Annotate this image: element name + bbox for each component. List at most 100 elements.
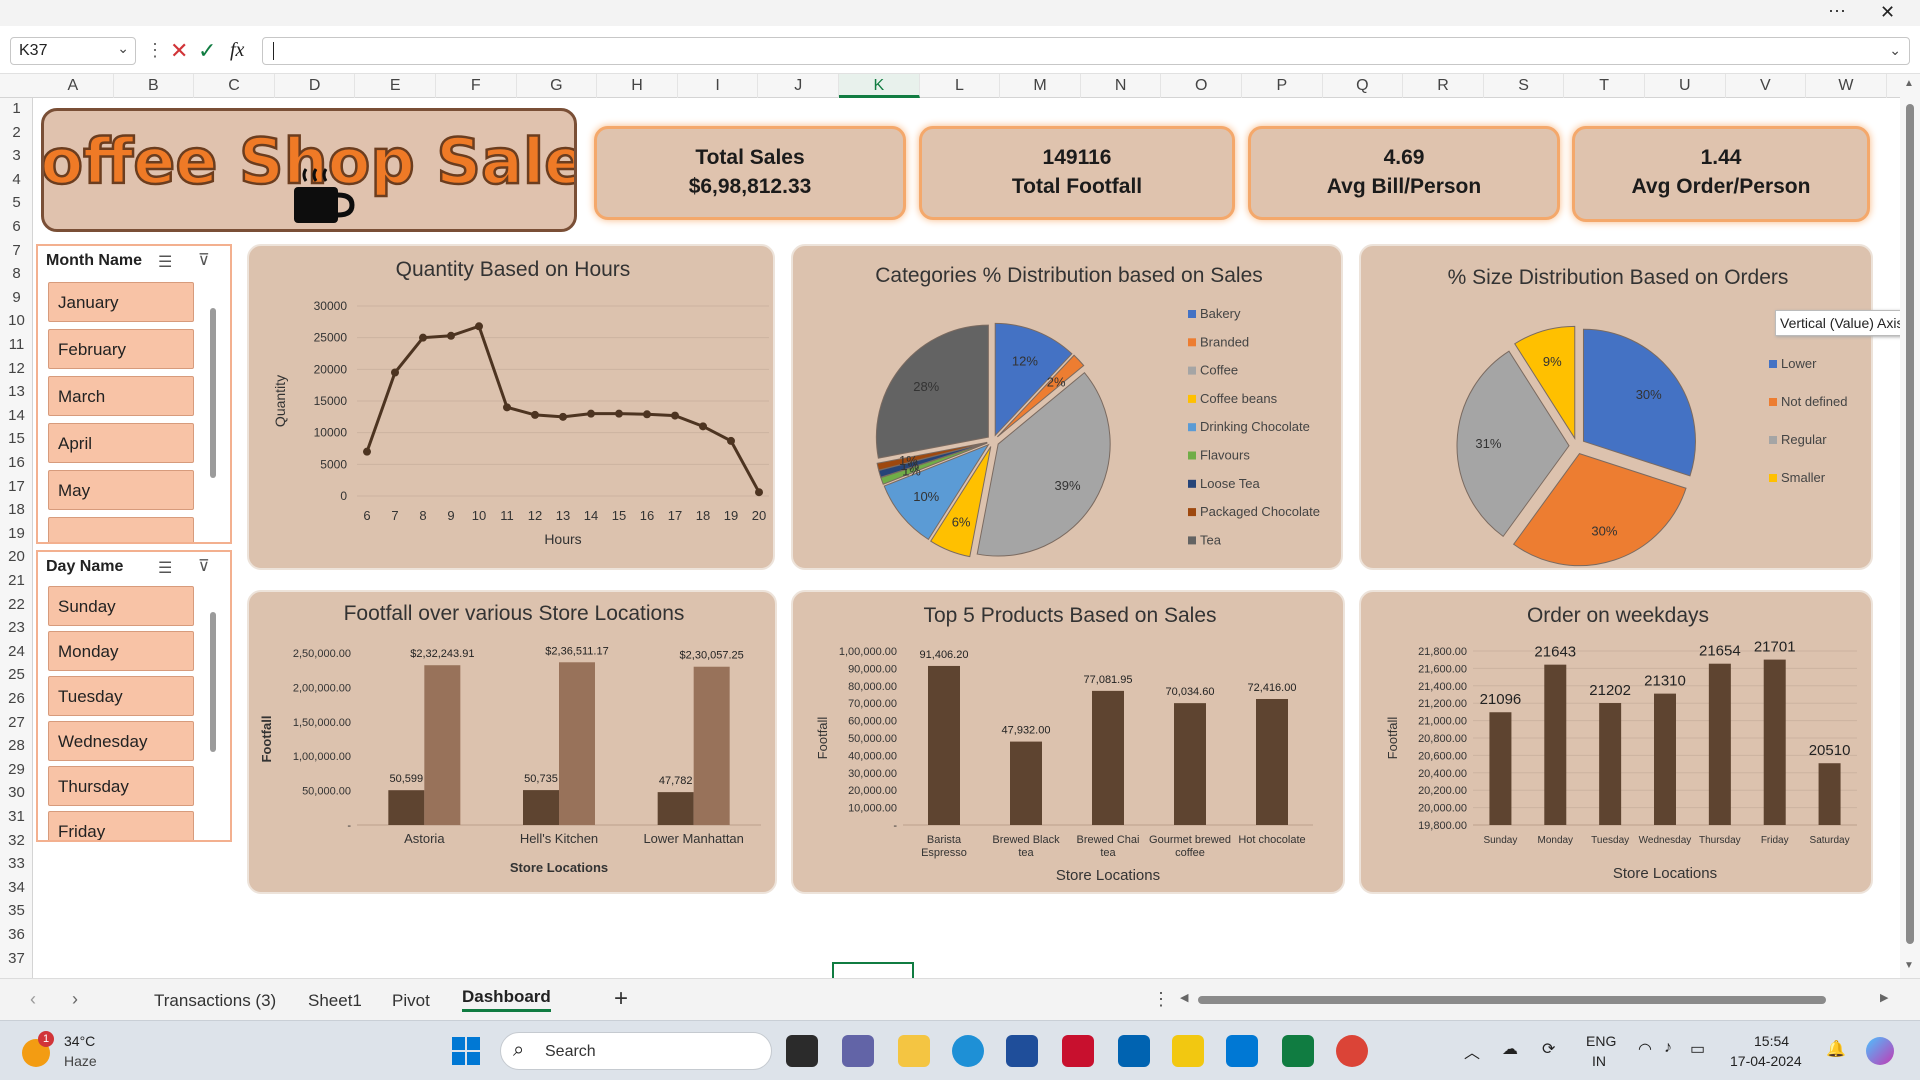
column-header-g[interactable]: G xyxy=(517,74,598,98)
column-header-p[interactable]: P xyxy=(1242,74,1323,98)
more-options-icon[interactable]: ··· xyxy=(1828,0,1846,21)
title-banner[interactable]: Coffee Shop Sales xyxy=(41,108,577,232)
kpi-avg-order[interactable]: 1.44 Avg Order/Person xyxy=(1572,126,1870,222)
column-header-k[interactable]: K xyxy=(839,74,920,98)
cancel-icon[interactable]: ✕ xyxy=(170,38,188,64)
column-header-q[interactable]: Q xyxy=(1323,74,1404,98)
column-header-a[interactable]: A xyxy=(33,74,114,98)
enter-icon[interactable]: ✓ xyxy=(198,38,216,64)
column-header-e[interactable]: E xyxy=(355,74,436,98)
clock-date[interactable]: 17-04-2024 xyxy=(1730,1053,1802,1069)
row-header-18[interactable]: 18 xyxy=(0,501,33,518)
more-vertical-icon[interactable]: ⋮ xyxy=(146,40,164,61)
scroll-right-icon[interactable]: ▶ xyxy=(1880,991,1888,1004)
vertical-scroll-thumb[interactable] xyxy=(1906,104,1914,944)
insert-function-icon[interactable]: fx xyxy=(230,39,244,62)
store-icon[interactable] xyxy=(1006,1035,1038,1067)
close-icon[interactable]: ✕ xyxy=(1880,2,1895,23)
slicer-item-june[interactable] xyxy=(48,517,194,542)
row-header-17[interactable]: 17 xyxy=(0,478,33,495)
row-header-31[interactable]: 31 xyxy=(0,808,33,825)
task-view-icon[interactable] xyxy=(786,1035,818,1067)
column-header-d[interactable]: D xyxy=(275,74,356,98)
slicer-item-april[interactable]: April xyxy=(48,423,194,463)
chart-quantity-hours[interactable]: Quantity Based on Hours 30000 25000 20000 1… xyxy=(247,244,775,570)
month-slicer[interactable]: Month Name ☰ ⊽ January February March Ap… xyxy=(36,244,232,544)
vertical-scrollbar[interactable]: ▲ ▼ xyxy=(1900,74,1920,978)
slicer-item-friday[interactable]: Friday xyxy=(48,811,194,840)
slicer-item-may[interactable]: May xyxy=(48,470,194,510)
clear-filter-icon[interactable]: ⊽ xyxy=(198,250,210,270)
row-header-16[interactable]: 16 xyxy=(0,454,33,471)
tab-pivot[interactable]: Pivot xyxy=(392,991,430,1011)
copilot-icon[interactable] xyxy=(1866,1037,1894,1065)
horizontal-scroll-thumb[interactable] xyxy=(1198,996,1826,1004)
language-line2[interactable]: IN xyxy=(1592,1053,1606,1069)
row-header-28[interactable]: 28 xyxy=(0,737,33,754)
row-header-36[interactable]: 36 xyxy=(0,926,33,943)
kpi-avg-bill[interactable]: 4.69 Avg Bill/Person xyxy=(1248,126,1560,220)
multi-select-icon[interactable]: ☰ xyxy=(158,558,172,578)
chart-sizes[interactable]: % Size Distribution Based on Orders 30% 3… xyxy=(1359,244,1873,570)
row-header-25[interactable]: 25 xyxy=(0,666,33,683)
wifi-icon[interactable]: ◠ xyxy=(1638,1039,1652,1059)
row-header-8[interactable]: 8 xyxy=(0,265,33,282)
row-header-1[interactable]: 1 xyxy=(0,100,33,117)
next-sheet-icon[interactable]: › xyxy=(72,989,78,1010)
onedrive-icon[interactable]: ☁ xyxy=(1502,1039,1518,1059)
column-header-j[interactable]: J xyxy=(758,74,839,98)
slicer-item-january[interactable]: January xyxy=(48,282,194,322)
row-header-24[interactable]: 24 xyxy=(0,643,33,660)
column-header-w[interactable]: W xyxy=(1806,74,1887,98)
row-header-4[interactable]: 4 xyxy=(0,171,33,188)
volume-icon[interactable]: ♪ xyxy=(1664,1039,1672,1057)
row-header-9[interactable]: 9 xyxy=(0,289,33,306)
scroll-up-icon[interactable]: ▲ xyxy=(1904,78,1914,89)
row-header-2[interactable]: 2 xyxy=(0,124,33,141)
row-header-14[interactable]: 14 xyxy=(0,407,33,424)
column-header-v[interactable]: V xyxy=(1726,74,1807,98)
chart-top5[interactable]: Top 5 Products Based on Sales 1,00,000.0… xyxy=(791,590,1345,894)
row-header-3[interactable]: 3 xyxy=(0,147,33,164)
formula-input[interactable]: ⌄ xyxy=(262,37,1910,65)
chevron-down-icon[interactable]: ⌄ xyxy=(117,40,129,57)
kpi-total-sales[interactable]: Total Sales $6,98,812.33 xyxy=(594,126,906,220)
clear-filter-icon[interactable]: ⊽ xyxy=(198,556,210,576)
row-header-15[interactable]: 15 xyxy=(0,430,33,447)
row-header-33[interactable]: 33 xyxy=(0,855,33,872)
row-header-10[interactable]: 10 xyxy=(0,312,33,329)
tab-transactions[interactable]: Transactions (3) xyxy=(154,991,276,1011)
taskbar-search-box[interactable]: ⌕ Search xyxy=(500,1032,772,1070)
slicer-item-wednesday[interactable]: Wednesday xyxy=(48,721,194,761)
prev-sheet-icon[interactable]: ‹ xyxy=(30,989,36,1010)
name-box[interactable]: K37 ⌄ xyxy=(10,37,136,65)
row-header-37[interactable]: 37 xyxy=(0,950,33,967)
powerbi-icon[interactable] xyxy=(1172,1035,1204,1067)
file-explorer-icon[interactable] xyxy=(898,1035,930,1067)
slicer-scrollbar[interactable] xyxy=(210,612,216,752)
column-header-m[interactable]: M xyxy=(1000,74,1081,98)
chevron-up-icon[interactable]: ︿ xyxy=(1464,1039,1480,1063)
tab-dashboard[interactable]: Dashboard xyxy=(462,987,551,1012)
slicer-item-thursday[interactable]: Thursday xyxy=(48,766,194,806)
column-header-t[interactable]: T xyxy=(1564,74,1645,98)
row-header-6[interactable]: 6 xyxy=(0,218,33,235)
row-header-34[interactable]: 34 xyxy=(0,879,33,896)
teams-icon[interactable] xyxy=(842,1035,874,1067)
scroll-left-icon[interactable]: ◀ xyxy=(1180,991,1188,1004)
row-header-32[interactable]: 32 xyxy=(0,832,33,849)
vscode-icon[interactable] xyxy=(1226,1035,1258,1067)
row-header-23[interactable]: 23 xyxy=(0,619,33,636)
column-header-i[interactable]: I xyxy=(678,74,759,98)
edge-icon[interactable] xyxy=(952,1035,984,1067)
row-header-5[interactable]: 5 xyxy=(0,194,33,211)
slicer-item-sunday[interactable]: Sunday xyxy=(48,586,194,626)
row-header-26[interactable]: 26 xyxy=(0,690,33,707)
multi-select-icon[interactable]: ☰ xyxy=(158,252,172,272)
row-header-19[interactable]: 19 xyxy=(0,525,33,542)
day-slicer[interactable]: Day Name ☰ ⊽ Sunday Monday Tuesday Wedne… xyxy=(36,550,232,842)
column-header-o[interactable]: O xyxy=(1161,74,1242,98)
slicer-item-tuesday[interactable]: Tuesday xyxy=(48,676,194,716)
row-header-12[interactable]: 12 xyxy=(0,360,33,377)
row-header-35[interactable]: 35 xyxy=(0,902,33,919)
